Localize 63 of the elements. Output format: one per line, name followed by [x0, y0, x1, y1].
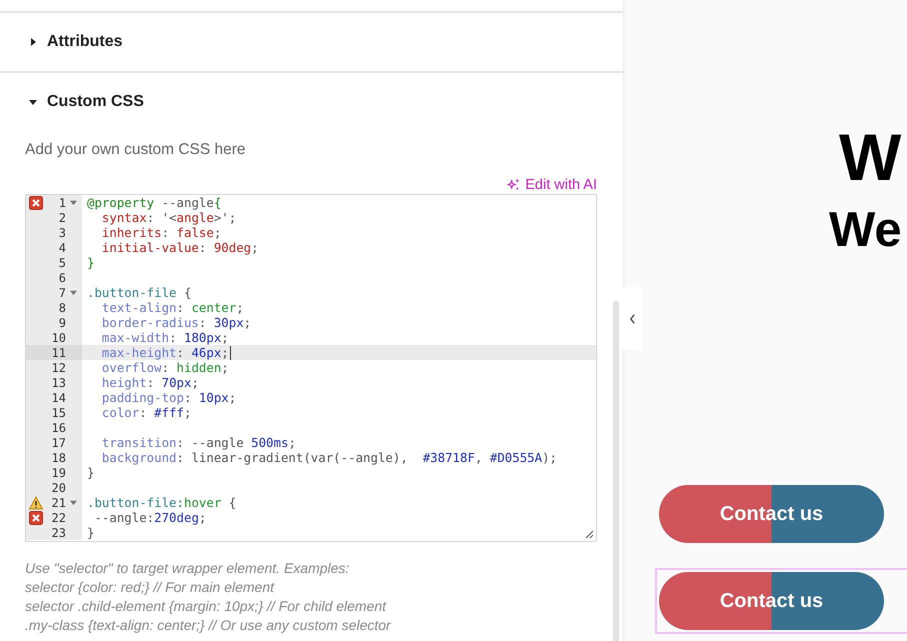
- section-header[interactable]: Attributes: [0, 11, 623, 71]
- fold-icon[interactable]: [70, 199, 76, 206]
- code-line: .button-file {: [87, 285, 192, 300]
- help-text: selector .child-element {margin: 10px;} // For child element: [25, 597, 388, 616]
- code-line: @property --angle{: [87, 195, 222, 210]
- caret-icon: [28, 97, 38, 107]
- code-line: height: 70px;: [100, 375, 199, 390]
- line-number: 13: [50, 376, 66, 390]
- code-line: border-radius: 30px;: [100, 315, 252, 330]
- page-heading: W: [839, 119, 902, 196]
- line-number: 6: [58, 270, 66, 284]
- line-number: 9: [58, 316, 66, 330]
- line-number: 20: [50, 480, 66, 494]
- code-editor[interactable]: [25, 194, 597, 542]
- code-line: max-height: 46px;: [100, 345, 229, 360]
- page-subheading: We: [829, 202, 903, 259]
- chevron-left-icon: [629, 314, 636, 324]
- line-number: 8: [58, 300, 66, 314]
- code-line: overflow: hidden;: [100, 360, 229, 375]
- code-line: background: linear-gradient(var(--angle), #38718F, #D0555A);: [100, 450, 557, 465]
- help-text: Use "selector" to target wrapper element. Examples:: [25, 559, 350, 578]
- line-number: 23: [50, 526, 66, 540]
- code-line: inherits: false;: [100, 225, 222, 240]
- line-number: 2: [58, 210, 66, 224]
- line-number: 3: [58, 226, 66, 240]
- code-line: syntax: '<angle>';: [100, 210, 236, 225]
- line-number: 22: [50, 510, 66, 524]
- fold-icon[interactable]: [70, 499, 76, 506]
- line-number: 21: [50, 496, 66, 510]
- line-number: 17: [50, 436, 66, 450]
- line-number: 5: [58, 256, 66, 270]
- line-number: 12: [50, 360, 66, 374]
- line-number: 18: [50, 450, 66, 464]
- section-header[interactable]: Custom CSS: [0, 71, 623, 131]
- code-line: max-width: 180px;: [100, 330, 229, 345]
- code-line: transition: --angle 500ms;: [100, 435, 296, 450]
- line-number: 11: [50, 346, 66, 360]
- line-number: 15: [50, 406, 66, 420]
- caret-icon: [28, 37, 38, 47]
- resize-handle-icon[interactable]: [584, 529, 594, 539]
- code-line: text-align: center;: [100, 300, 244, 315]
- line-number: 4: [58, 240, 66, 254]
- code-line: .button-file:hover {: [87, 495, 236, 510]
- code-line: --angle:270deg;: [93, 510, 206, 525]
- code-line: padding-top: 10px;: [100, 390, 236, 405]
- line-number: 16: [50, 420, 66, 434]
- code-line: }: [87, 255, 94, 270]
- code-line: color: #fff;: [100, 405, 192, 420]
- code-line: initial-value: 90deg;: [100, 240, 259, 255]
- scrollbar[interactable]: [613, 301, 619, 641]
- line-number: 14: [50, 390, 66, 404]
- line-number: 10: [50, 330, 66, 344]
- code-line: }: [87, 525, 94, 540]
- help-text: selector {color: red;} // For main element: [25, 578, 276, 597]
- description-text: Add your own custom CSS here: [25, 141, 247, 160]
- fold-icon[interactable]: [70, 289, 76, 296]
- line-number: 1: [58, 196, 66, 210]
- sparkle-icon: [507, 178, 520, 191]
- line-number: 7: [58, 286, 66, 300]
- help-text: .my-class {text-align: center;} // Or use any custom selector: [25, 616, 392, 635]
- line-number: 19: [50, 466, 66, 480]
- code-line: }: [87, 465, 94, 480]
- edit-with-ai-link[interactable]: Edit with AI: [507, 176, 597, 193]
